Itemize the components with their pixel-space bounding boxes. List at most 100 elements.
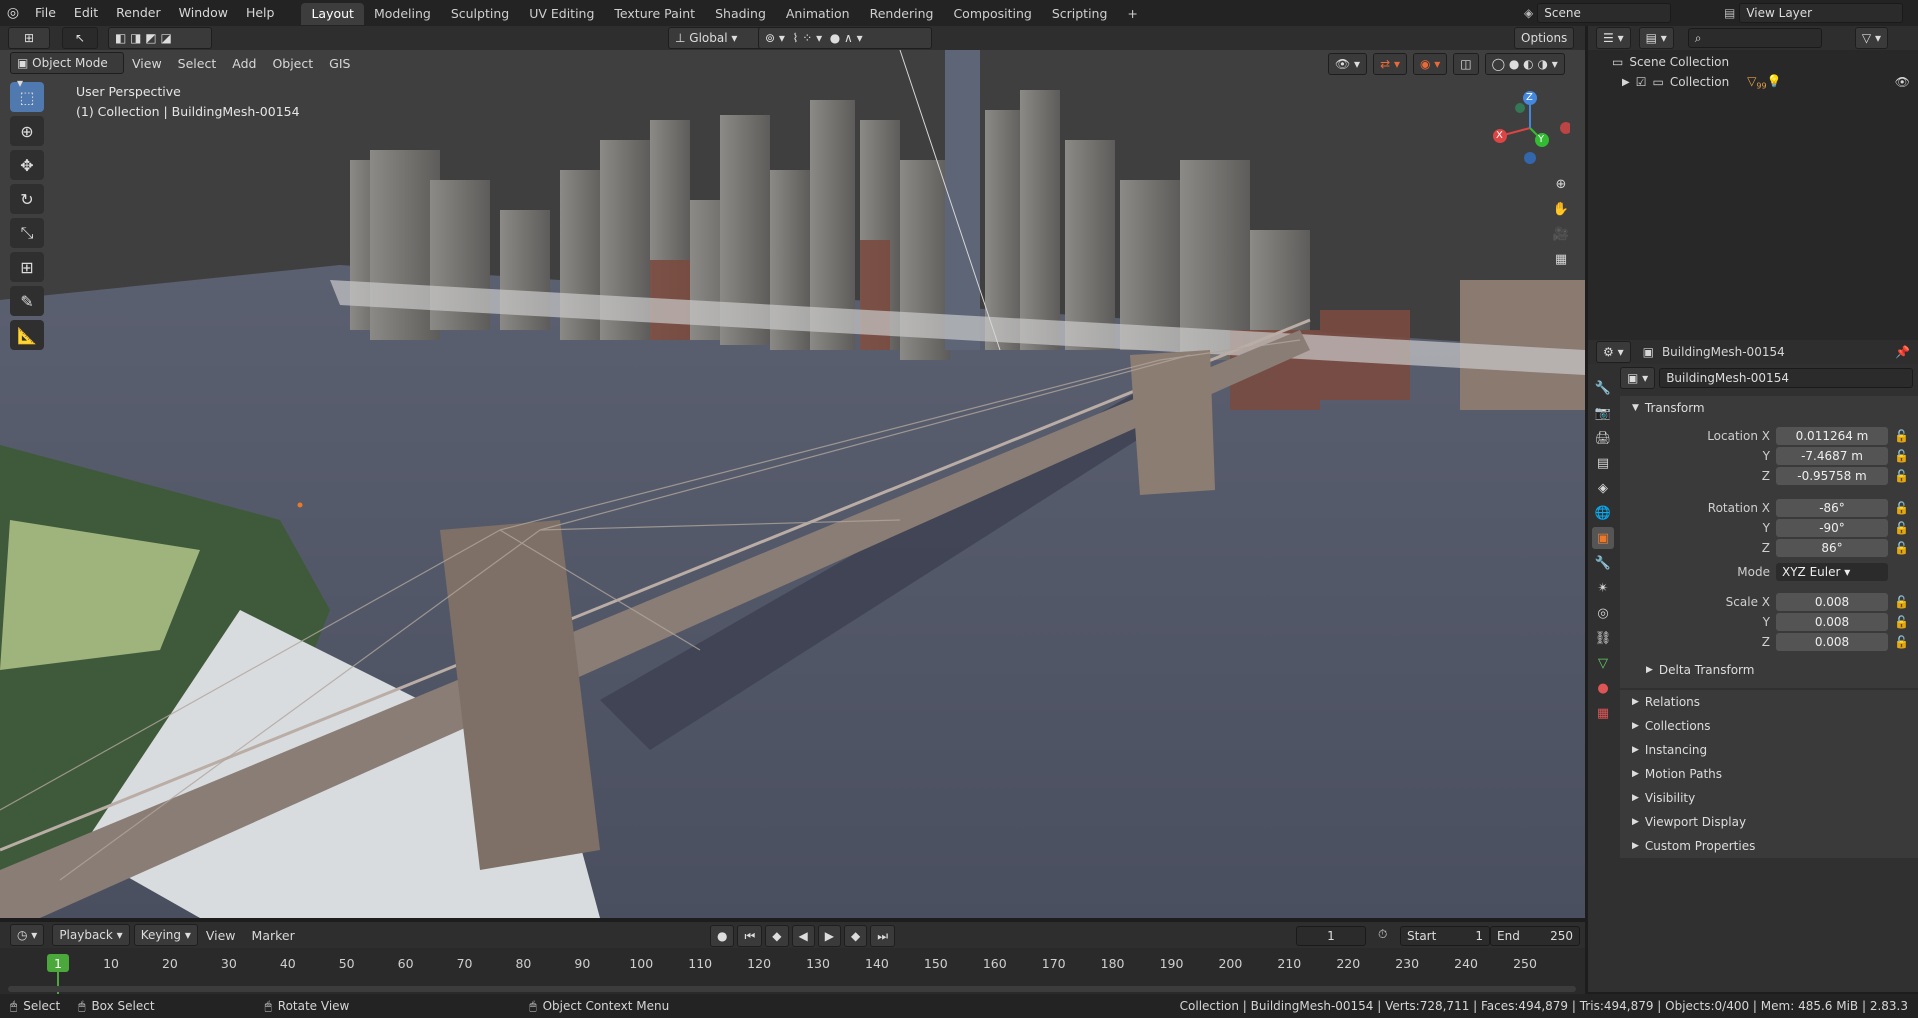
expand-arrow-icon[interactable]: ▶ [1622, 77, 1630, 88]
play-icon[interactable]: ▶ [817, 925, 841, 947]
properties-editor-icon[interactable]: ⚙ ▾ [1596, 341, 1631, 363]
view-layer-tab-icon[interactable]: ▤ [1592, 452, 1614, 474]
camera-icon[interactable]: 🎥 [1550, 223, 1572, 245]
lock-icon[interactable]: 🔓 [1894, 635, 1909, 649]
timeline-editor-icon[interactable]: ◷ ▾ [10, 924, 45, 946]
menu-select[interactable]: Select [170, 56, 225, 71]
select-box-tool-icon[interactable]: ⬚ [10, 82, 44, 112]
view-layer-selector[interactable]: ▤ View Layer [1724, 3, 1904, 23]
menu-view[interactable]: View [124, 56, 170, 71]
record-icon[interactable]: ● [710, 925, 735, 947]
next-keyframe-icon[interactable]: ◆ [844, 925, 868, 947]
lock-icon[interactable]: 🔓 [1894, 429, 1909, 443]
options-dropdown[interactable]: Options [1514, 27, 1575, 49]
tool-tab-icon[interactable]: 🔧 [1592, 377, 1614, 399]
scale-y-field[interactable]: 0.008 [1776, 613, 1888, 631]
rotation-mode-dropdown[interactable]: XYZ Euler ▾ [1776, 563, 1888, 581]
rotation-y-field[interactable]: -90° [1776, 519, 1888, 537]
timeline-ruler[interactable]: 1 10 20 30 40 50 60 70 80 90 100 110 120 130 140 150 160… [0, 948, 1585, 996]
data-block-icon[interactable]: ▣ ▾ [1620, 367, 1656, 389]
texture-tab-icon[interactable]: ▦ [1592, 702, 1614, 724]
visibility-eye-icon[interactable]: 👁 [1895, 75, 1910, 89]
collection-checkbox-icon[interactable]: ☑ [1636, 75, 1647, 89]
location-x-field[interactable]: 0.011264 m [1776, 427, 1888, 445]
tab-shading[interactable]: Shading [705, 3, 776, 25]
data-tab-icon[interactable]: ▽ [1592, 652, 1614, 674]
snap-proportional-icons[interactable]: ⊚ ▾ ⌇ ⁘ ▾ ● ∧ ▾ [758, 27, 932, 49]
grid-icon[interactable]: ▦ [1550, 248, 1572, 270]
lock-icon[interactable]: 🔓 [1894, 501, 1909, 515]
tab-compositing[interactable]: Compositing [943, 3, 1041, 25]
timeline-menu-marker[interactable]: Marker [244, 928, 303, 943]
editor-type-icon[interactable]: ⊞ [8, 27, 50, 49]
menu-window[interactable]: Window [170, 0, 237, 26]
view-layer-field[interactable]: View Layer [1739, 3, 1904, 23]
current-frame-field[interactable]: 1 [1296, 926, 1366, 946]
display-mode-icon[interactable]: ▤ ▾ [1638, 27, 1674, 49]
scene-name-field[interactable]: Scene [1537, 3, 1672, 23]
lock-icon[interactable]: 🔓 [1894, 521, 1909, 535]
delta-transform-header[interactable]: ▶ Delta Transform [1620, 658, 1918, 682]
output-tab-icon[interactable]: 🖨 [1592, 427, 1614, 449]
annotate-tool-icon[interactable]: ✎ [10, 286, 44, 316]
object-name-field[interactable]: BuildingMesh-00154 [1659, 368, 1914, 388]
lock-icon[interactable]: 🔓 [1894, 595, 1909, 609]
shading-modes-icon[interactable]: ◯ ● ◐ ◑ ▾ [1484, 53, 1565, 75]
pan-hand-icon[interactable]: ✋ [1550, 198, 1572, 220]
prev-keyframe-icon[interactable]: ◆ [765, 925, 789, 947]
overlay-toggle-icon[interactable]: ◉ ▾ [1412, 53, 1448, 75]
menu-help[interactable]: Help [237, 0, 284, 26]
scene-collection-row[interactable]: ▭ Scene Collection [1588, 52, 1918, 72]
menu-file[interactable]: File [26, 0, 65, 26]
section-relations[interactable]: ▶ Relations [1620, 690, 1918, 714]
scene-tab-icon[interactable]: ◈ [1592, 477, 1614, 499]
transform-tool-icon[interactable]: ⊞ [10, 252, 44, 282]
tab-uv-editing[interactable]: UV Editing [519, 3, 604, 25]
rotation-x-field[interactable]: -86° [1776, 499, 1888, 517]
tab-rendering[interactable]: Rendering [860, 3, 944, 25]
menu-add[interactable]: Add [224, 56, 264, 71]
section-visibility[interactable]: ▶ Visibility [1620, 786, 1918, 810]
measure-tool-icon[interactable]: 📐 [10, 320, 44, 350]
transform-panel-header[interactable]: ▼ Transform [1620, 396, 1918, 420]
playback-dropdown[interactable]: Playback ▾ [52, 924, 130, 946]
menu-gis[interactable]: GIS [321, 56, 358, 71]
play-reverse-icon[interactable]: ◀ [791, 925, 815, 947]
add-workspace-button[interactable]: + [1117, 3, 1147, 25]
timeline-menu-view[interactable]: View [198, 928, 244, 943]
tab-texture-paint[interactable]: Texture Paint [604, 3, 705, 25]
zoom-icon[interactable]: ⊕ [1550, 173, 1572, 195]
particles-tab-icon[interactable]: ✴ [1592, 577, 1614, 599]
collection-row[interactable]: ▶ ☑ ▭ Collection ▽99💡 👁 [1588, 72, 1918, 92]
outliner-search-input[interactable]: ⌕ [1687, 28, 1822, 48]
move-tool-icon[interactable]: ✥ [10, 150, 44, 180]
rotate-tool-icon[interactable]: ↻ [10, 184, 44, 214]
tab-layout[interactable]: Layout [301, 3, 364, 25]
scale-z-field[interactable]: 0.008 [1776, 633, 1888, 651]
selection-mode-icons[interactable]: ◧ ◨ ◩ ◪ [108, 27, 212, 49]
menu-edit[interactable]: Edit [65, 0, 107, 26]
lock-icon[interactable]: 🔓 [1894, 469, 1909, 483]
tab-modeling[interactable]: Modeling [364, 3, 441, 25]
lock-icon[interactable]: 🔓 [1894, 449, 1909, 463]
navigation-gizmo[interactable]: X Y Z [1490, 88, 1572, 168]
location-z-field[interactable]: -0.95758 m [1776, 467, 1888, 485]
tab-animation[interactable]: Animation [776, 3, 860, 25]
outliner-editor-icon[interactable]: ☰ ▾ [1596, 27, 1631, 49]
lock-icon[interactable]: 🔓 [1894, 541, 1909, 555]
section-motion-paths[interactable]: ▶ Motion Paths [1620, 762, 1918, 786]
world-tab-icon[interactable]: 🌐 [1592, 502, 1614, 524]
scale-x-field[interactable]: 0.008 [1776, 593, 1888, 611]
render-tab-icon[interactable]: 📷 [1592, 402, 1614, 424]
stopwatch-icon[interactable]: ⏱ [1378, 927, 1387, 942]
scene-selector[interactable]: ◈ Scene [1524, 3, 1672, 23]
end-frame-field[interactable]: End 250 [1490, 926, 1580, 946]
section-viewport-display[interactable]: ▶ Viewport Display [1620, 810, 1918, 834]
menu-render[interactable]: Render [107, 0, 170, 26]
rotation-z-field[interactable]: 86° [1776, 539, 1888, 557]
3d-viewport[interactable]: User Perspective (1) Collection | Buildi… [0, 50, 1585, 918]
filter-icon[interactable]: ▽ ▾ [1854, 27, 1888, 49]
section-instancing[interactable]: ▶ Instancing [1620, 738, 1918, 762]
material-tab-icon[interactable]: ● [1592, 677, 1614, 699]
tab-sculpting[interactable]: Sculpting [441, 3, 519, 25]
